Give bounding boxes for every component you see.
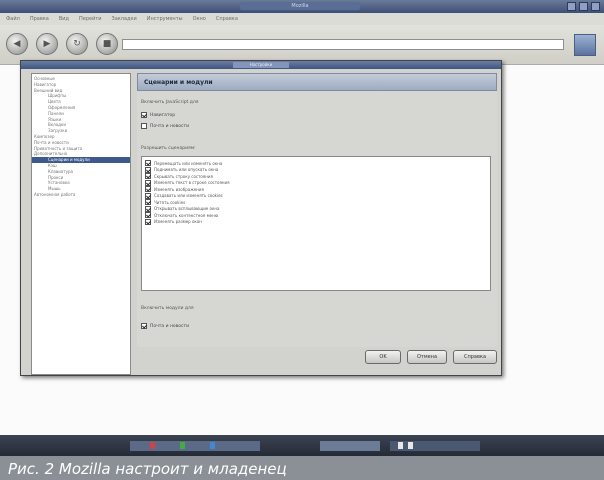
menu-edit[interactable]: Правка: [30, 16, 49, 22]
permission-label: Скрывать строку состояния: [154, 173, 213, 179]
permission-label: Перемещать или изменять окна: [154, 160, 223, 166]
reload-button[interactable]: ↻: [66, 33, 88, 55]
checkbox-icon[interactable]: [145, 192, 151, 199]
panel-title: Сценарии и модули: [144, 79, 213, 86]
taskbar-window-button[interactable]: [320, 441, 380, 451]
permission-label: Изменять размер окон: [154, 219, 202, 225]
maximize-button[interactable]: [579, 2, 588, 11]
menu-help[interactable]: Справка: [216, 16, 238, 22]
permission-row[interactable]: Изменять размер окон: [142, 218, 490, 226]
checkbox-icon[interactable]: [145, 186, 151, 193]
permission-label: Изменять изображения: [154, 186, 204, 192]
panel-header: Сценарии и модули: [137, 73, 497, 91]
taskbar-window-button[interactable]: [390, 441, 480, 451]
window-titlebar: Mozilla: [0, 0, 604, 13]
forward-button[interactable]: ▶: [36, 33, 58, 55]
back-icon: ◀: [13, 39, 21, 49]
javascript-group-label: Включить JavaScript для: [141, 100, 199, 105]
preferences-dialog: Настройки Основные Навигатор Внешний вид…: [20, 60, 502, 376]
tree-item[interactable]: Дополнительно: [32, 151, 130, 157]
cancel-button[interactable]: Отмена: [407, 350, 447, 364]
checkbox-icon[interactable]: [145, 166, 151, 173]
checkbox-navigator[interactable]: Навигатор: [141, 112, 175, 118]
dialog-titlebar: Настройки: [21, 61, 501, 69]
checkbox-icon[interactable]: [141, 112, 147, 118]
allow-scripts-label: Разрешить сценариям:: [141, 146, 196, 151]
checkbox-icon[interactable]: [145, 205, 151, 212]
figure-caption: Рис. 2 Mozilla настроит и младенец: [8, 460, 287, 478]
help-button[interactable]: Справка: [453, 350, 497, 364]
back-button[interactable]: ◀: [6, 33, 28, 55]
forward-icon: ▶: [43, 39, 51, 49]
menu-view[interactable]: Вид: [59, 16, 69, 22]
settings-panel: Сценарии и модули Включить JavaScript дл…: [137, 73, 497, 347]
plugins-group-label: Включить модули для: [141, 306, 194, 311]
app-icon[interactable]: [180, 442, 185, 449]
menu-go[interactable]: Перейти: [79, 16, 102, 22]
menu-bookmarks[interactable]: Закладки: [112, 16, 137, 22]
checkbox-icon[interactable]: [145, 212, 151, 219]
permission-label: Изменять текст в строке состояния: [154, 180, 230, 186]
checkbox-icon[interactable]: [141, 323, 147, 329]
app-icon[interactable]: [150, 442, 155, 449]
checkbox-icon[interactable]: [145, 173, 151, 180]
app-icon[interactable]: [398, 442, 403, 449]
go-button[interactable]: [574, 34, 596, 56]
navigation-toolbar: ◀ ▶ ↻ ■: [0, 25, 604, 65]
close-button[interactable]: [591, 2, 600, 11]
figure-caption-bar: Рис. 2 Mozilla настроит и младенец: [0, 456, 604, 480]
minimize-button[interactable]: [567, 2, 576, 11]
permission-label: Читать cookies: [154, 199, 186, 205]
menu-bar: Файл Правка Вид Перейти Закладки Инструм…: [0, 13, 604, 25]
stop-icon: ■: [102, 39, 112, 49]
window-title: Mozilla: [240, 2, 360, 10]
checkbox-icon[interactable]: [145, 218, 151, 225]
dialog-title: Настройки: [233, 62, 289, 68]
address-bar[interactable]: [122, 39, 564, 50]
checkbox-mail-news[interactable]: Почта и новости: [141, 123, 189, 129]
menu-tools[interactable]: Инструменты: [147, 16, 183, 22]
stop-button[interactable]: ■: [96, 33, 118, 55]
menu-file[interactable]: Файл: [6, 16, 20, 22]
permission-label: Открывать всплывающие окна: [154, 206, 220, 212]
permission-label: Поднимать или опускать окна: [154, 167, 219, 173]
permission-label: Отключать контекстное меню: [154, 212, 219, 218]
checkbox-label: Почта и новости: [150, 323, 190, 329]
tree-item[interactable]: Автономная работа: [32, 192, 130, 198]
app-icon[interactable]: [408, 442, 413, 449]
permissions-list: Перемещать или изменять окна Поднимать и…: [141, 156, 491, 291]
menu-window[interactable]: Окно: [193, 16, 206, 22]
checkbox-label: Навигатор: [150, 112, 176, 118]
checkbox-label: Почта и новости: [150, 123, 190, 129]
checkbox-icon[interactable]: [141, 123, 147, 129]
checkbox-plugins-mail[interactable]: Почта и новости: [141, 323, 189, 329]
checkbox-icon[interactable]: [145, 199, 151, 206]
app-icon[interactable]: [210, 442, 215, 449]
checkbox-icon[interactable]: [145, 179, 151, 186]
checkbox-icon[interactable]: [145, 160, 151, 167]
category-tree: Основные Навигатор Внешний вид Шрифты Цв…: [31, 73, 131, 375]
ok-button[interactable]: OK: [365, 350, 401, 364]
taskbar: [0, 435, 604, 456]
permission-label: Создавать или изменять cookies: [154, 193, 223, 199]
reload-icon: ↻: [73, 39, 81, 49]
